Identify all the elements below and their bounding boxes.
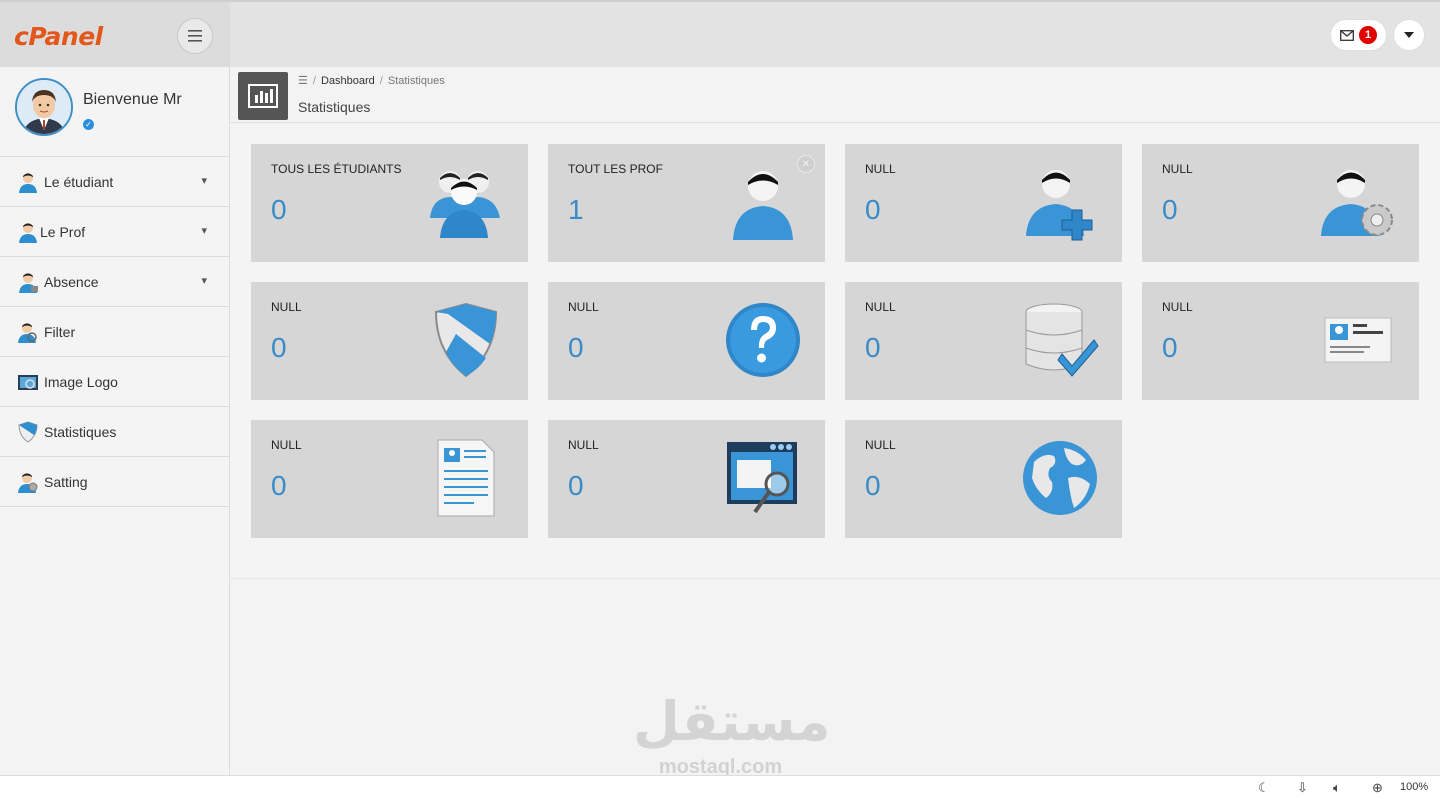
cpanel-logo[interactable]: cPanel: [14, 22, 103, 51]
chevron-down-icon: ▾: [201, 275, 207, 287]
watermark-arabic: مستقل: [633, 690, 831, 753]
tile-value: 0: [271, 332, 287, 363]
caret-down-icon: [1404, 32, 1414, 38]
breadcrumb-dashboard[interactable]: Dashboard: [321, 75, 375, 87]
document-icon: [437, 439, 495, 517]
sidebar-item-statistics[interactable]: Statistiques: [0, 407, 229, 457]
tile-label: NULL: [865, 438, 896, 452]
top-bar: cPanel 1: [0, 0, 1440, 67]
sidebar-item-filter[interactable]: Filter: [0, 307, 229, 357]
tile-value: 0: [568, 332, 584, 363]
envelope-icon: [1340, 29, 1354, 41]
breadcrumb: ☰ / Dashboard / Statistiques: [298, 75, 445, 87]
stat-tile[interactable]: NULL 0: [548, 420, 825, 538]
list-icon: ☰: [298, 75, 308, 87]
chevron-down-icon: ▾: [201, 175, 207, 187]
welcome-text: Bienvenue Mr: [83, 91, 182, 108]
page-title: Statistiques: [298, 99, 371, 115]
hamburger-icon: [188, 30, 202, 42]
stat-tile[interactable]: NULL 0: [1142, 144, 1419, 262]
page-header: ☰ / Dashboard / Statistiques Statistiques: [230, 67, 1440, 123]
avatar[interactable]: [15, 78, 73, 136]
tile-value: 0: [271, 470, 287, 501]
stats-grid: TOUS LES ÉTUDIANTS 0 TOUT LES PROF 1 ✕ N…: [231, 124, 1440, 579]
tile-value: 0: [1162, 194, 1178, 225]
chevron-down-icon: ▾: [201, 225, 207, 237]
tile-label: NULL: [568, 438, 599, 452]
stat-tile[interactable]: NULL 0: [1142, 282, 1419, 400]
tile-label: NULL: [1162, 162, 1193, 176]
sidebar-item-label: Satting: [44, 473, 88, 490]
user-icon: [733, 171, 793, 240]
profile-panel: Bienvenue Mr ✓: [0, 67, 229, 157]
filter-icon: [18, 322, 37, 343]
tile-value: 0: [865, 194, 881, 225]
tile-label: TOUS LES ÉTUDIANTS: [271, 162, 402, 176]
tile-value: 1: [568, 194, 584, 225]
zoom-level: 100%: [1400, 781, 1429, 793]
stat-tile[interactable]: NULL 0: [251, 282, 528, 400]
globe-icon: [1023, 441, 1097, 515]
brand-area: cPanel: [0, 2, 230, 67]
sidebar-item-label: Image Logo: [44, 373, 118, 390]
stat-tile[interactable]: TOUS LES ÉTUDIANTS 0: [251, 144, 528, 262]
sidebar-item-label: Le étudiant: [44, 173, 114, 190]
tile-label: NULL: [865, 300, 896, 314]
tile-value: 0: [865, 470, 881, 501]
stat-tile[interactable]: NULL 0: [845, 144, 1122, 262]
help-icon: [726, 303, 800, 377]
bar-chart-icon: [238, 72, 288, 120]
settings-icon: [18, 472, 38, 493]
sidebar-item-label: Le Prof: [40, 223, 86, 240]
user-settings-icon: [1321, 170, 1393, 236]
stat-tile[interactable]: NULL 0: [548, 282, 825, 400]
tile-label: TOUT LES PROF: [568, 162, 663, 176]
absence-icon: [19, 272, 38, 293]
tile-value: 0: [1162, 332, 1178, 363]
user-add-icon: [1026, 170, 1093, 241]
sidebar-item-image-logo[interactable]: Image Logo: [0, 357, 229, 407]
speaker-icon[interactable]: 🔈︎: [1333, 780, 1341, 796]
tile-label: NULL: [271, 438, 302, 452]
stat-tile[interactable]: NULL 0: [845, 420, 1122, 538]
tile-label: NULL: [865, 162, 896, 176]
sidebar-toggle-button[interactable]: [177, 18, 213, 54]
sidebar-item-settings[interactable]: Satting: [0, 457, 229, 507]
tile-value: 0: [271, 194, 287, 225]
tile-value: 0: [568, 470, 584, 501]
stat-tile[interactable]: NULL 0: [251, 420, 528, 538]
stat-tile[interactable]: NULL 0: [845, 282, 1122, 400]
notification-badge: 1: [1359, 26, 1377, 44]
status-bar: ☾ ⇩ 🔈︎ ⊕ 100%: [0, 775, 1440, 799]
tile-label: NULL: [568, 300, 599, 314]
teacher-icon: [19, 222, 37, 243]
student-icon: [19, 172, 37, 193]
messages-button[interactable]: 1: [1330, 19, 1387, 51]
tile-label: NULL: [271, 300, 302, 314]
stat-tile[interactable]: TOUT LES PROF 1 ✕: [548, 144, 825, 262]
statistics-icon: [18, 420, 38, 443]
id-card-icon: [1324, 317, 1392, 363]
sidebar-item-absence[interactable]: Absence ▾: [0, 257, 229, 307]
sidebar: Bienvenue Mr ✓ Le étudiant ▾ Le Prof ▾ A…: [0, 67, 230, 775]
verified-check-icon: ✓: [83, 119, 94, 130]
sidebar-item-teacher[interactable]: Le Prof ▾: [0, 207, 229, 257]
sidebar-item-label: Filter: [44, 323, 76, 340]
user-menu-dropdown[interactable]: [1393, 19, 1425, 51]
sidebar-item-label: Statistiques: [44, 423, 117, 440]
zoom-icon[interactable]: ⊕: [1372, 780, 1383, 796]
users-group-icon: [430, 171, 500, 238]
sidebar-item-student[interactable]: Le étudiant ▾: [0, 157, 229, 207]
tile-value: 0: [865, 332, 881, 363]
sidebar-item-label: Absence: [44, 273, 99, 290]
shield-icon: [434, 302, 498, 378]
tile-label: NULL: [1162, 300, 1193, 314]
moon-icon[interactable]: ☾: [1258, 780, 1270, 796]
image-logo-icon: [18, 374, 38, 390]
database-check-icon: [1025, 303, 1099, 377]
download-icon[interactable]: ⇩: [1297, 780, 1308, 796]
browser-search-icon: [727, 442, 797, 514]
breadcrumb-current: Statistiques: [387, 75, 445, 87]
